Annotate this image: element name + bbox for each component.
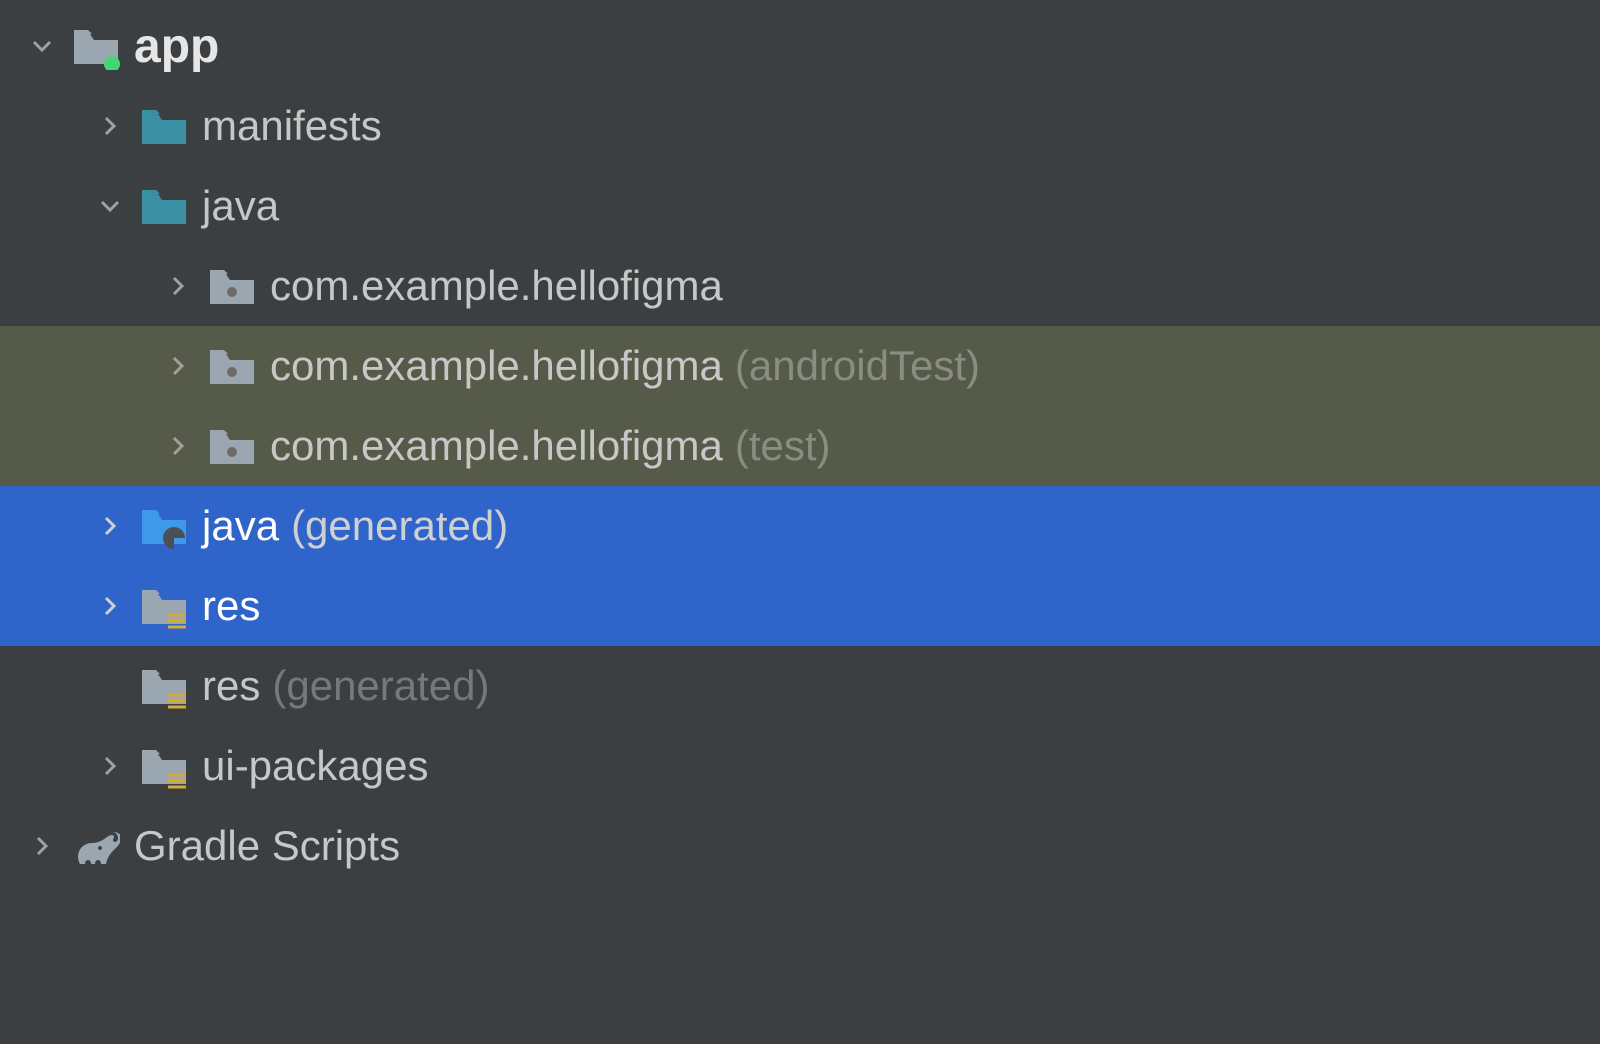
tree-item-label: com.example.hellofigma — [270, 422, 723, 470]
tree-item-label: java — [202, 182, 279, 230]
chevron-down-icon[interactable] — [88, 184, 132, 228]
gradle-icon — [72, 822, 120, 870]
tree-item-suffix: (generated) — [272, 662, 489, 710]
tree-item-suffix: (test) — [735, 422, 831, 470]
chevron-down-icon[interactable] — [20, 24, 64, 68]
folder-icon — [140, 102, 188, 150]
package-folder-icon — [208, 262, 256, 310]
package-folder-icon — [208, 422, 256, 470]
tree-item-manifests[interactable]: manifests — [0, 86, 1600, 166]
tree-item-suffix: (generated) — [291, 502, 508, 550]
tree-item-label: app — [134, 19, 219, 74]
generated-folder-icon — [140, 502, 188, 550]
tree-item-app[interactable]: app — [0, 6, 1600, 86]
package-folder-icon — [208, 342, 256, 390]
chevron-right-icon[interactable] — [88, 584, 132, 628]
tree-item-gradle-scripts[interactable]: Gradle Scripts — [0, 806, 1600, 886]
tree-item-package-android-test[interactable]: com.example.hellofigma (androidTest) — [0, 326, 1600, 406]
resource-folder-icon — [140, 662, 188, 710]
tree-item-package-test[interactable]: com.example.hellofigma (test) — [0, 406, 1600, 486]
folder-icon — [140, 182, 188, 230]
tree-item-label: java — [202, 502, 279, 550]
resource-folder-icon — [140, 582, 188, 630]
chevron-right-icon[interactable] — [88, 104, 132, 148]
tree-item-label: Gradle Scripts — [134, 822, 400, 870]
tree-item-res[interactable]: res — [0, 566, 1600, 646]
tree-item-java[interactable]: java — [0, 166, 1600, 246]
chevron-right-icon[interactable] — [156, 424, 200, 468]
chevron-right-icon[interactable] — [20, 824, 64, 868]
tree-item-package-main[interactable]: com.example.hellofigma — [0, 246, 1600, 326]
tree-item-res-generated[interactable]: res (generated) — [0, 646, 1600, 726]
resource-folder-icon — [140, 742, 188, 790]
tree-item-label: res — [202, 662, 260, 710]
tree-item-java-generated[interactable]: java (generated) — [0, 486, 1600, 566]
chevron-right-icon[interactable] — [156, 264, 200, 308]
chevron-right-icon[interactable] — [88, 504, 132, 548]
chevron-right-icon[interactable] — [88, 744, 132, 788]
module-folder-icon — [72, 22, 120, 70]
chevron-right-icon[interactable] — [156, 344, 200, 388]
tree-item-suffix: (androidTest) — [735, 342, 980, 390]
tree-item-label: com.example.hellofigma — [270, 342, 723, 390]
tree-item-ui-packages[interactable]: ui-packages — [0, 726, 1600, 806]
tree-item-label: ui-packages — [202, 742, 428, 790]
tree-item-label: manifests — [202, 102, 382, 150]
tree-item-label: res — [202, 582, 260, 630]
tree-item-label: com.example.hellofigma — [270, 262, 723, 310]
